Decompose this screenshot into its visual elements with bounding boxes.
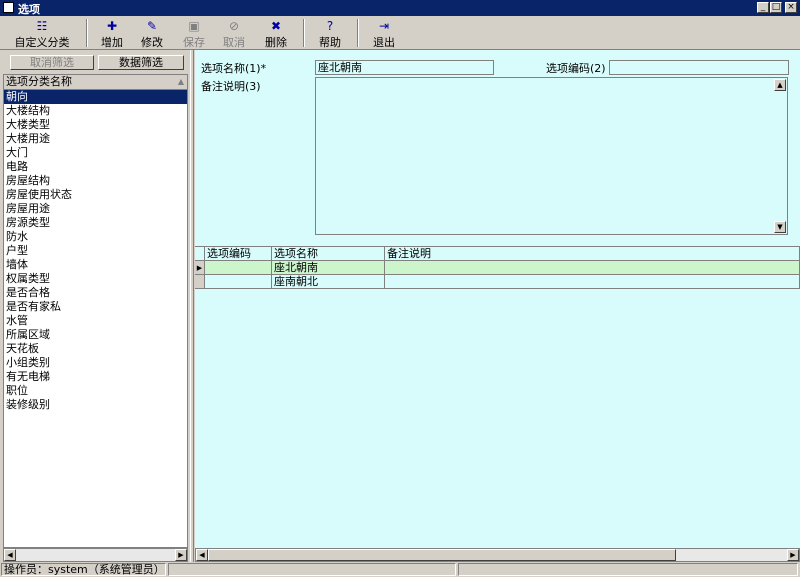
grid-cell-code[interactable] xyxy=(205,275,272,289)
add-icon: ✚ xyxy=(106,19,118,33)
category-horizontal-scrollbar[interactable]: ◀ ▶ xyxy=(3,548,188,562)
note-textarea[interactable]: ▲ ▼ xyxy=(315,77,788,235)
list-item[interactable]: 防水 xyxy=(4,230,187,244)
list-item[interactable]: 水管 xyxy=(4,314,187,328)
save-icon: ▣ xyxy=(188,19,200,33)
grid-cell-code[interactable] xyxy=(205,261,272,275)
save-button[interactable]: ▣ 保存 xyxy=(178,18,210,49)
grid-column-code[interactable]: 选项编码 xyxy=(205,247,272,261)
edit-icon: ✎ xyxy=(146,19,158,33)
app-icon[interactable] xyxy=(3,2,14,13)
pane-splitter[interactable] xyxy=(190,50,194,562)
status-panel xyxy=(168,563,456,576)
row-indicator xyxy=(195,275,205,289)
exit-button[interactable]: ⇥ 退出 xyxy=(368,18,400,49)
category-pane: 取消筛选 数据筛选 选项分类名称 ▲ 朝向 大楼结构 大楼类型 大楼用途 大门 电路 房屋结… xyxy=(0,50,190,562)
list-item[interactable]: 天花板 xyxy=(4,342,187,356)
list-item[interactable]: 小组类别 xyxy=(4,356,187,370)
grid-cell-note[interactable] xyxy=(385,261,800,275)
title-bar: 选项 _ □ × xyxy=(0,0,800,16)
list-item[interactable]: 大门 xyxy=(4,146,187,160)
grid-column-name[interactable]: 选项名称 xyxy=(272,247,385,261)
list-item[interactable]: 职位 xyxy=(4,384,187,398)
maximize-icon[interactable]: □ xyxy=(770,2,782,13)
grid-cell-name[interactable]: 座南朝北 xyxy=(272,275,385,289)
minimize-icon[interactable]: _ xyxy=(757,2,769,13)
cancel-filter-button[interactable]: 取消筛选 xyxy=(10,55,94,70)
options-grid[interactable]: 选项编码 选项名称 备注说明 ▶ 座北朝南 座南朝北 xyxy=(195,246,800,549)
list-icon: ☷ xyxy=(36,19,48,33)
note-vertical-scrollbar[interactable]: ▲ ▼ xyxy=(774,79,786,233)
status-panel xyxy=(458,563,798,576)
category-items: 朝向 大楼结构 大楼类型 大楼用途 大门 电路 房屋结构 房屋使用状态 房屋用途 房源类型 防水 户型… xyxy=(4,90,187,412)
grid-cell-note[interactable] xyxy=(385,275,800,289)
delete-button[interactable]: ✖ 删除 xyxy=(260,18,292,49)
row-indicator-header xyxy=(195,247,205,261)
option-code-label: 选项编码(2) xyxy=(546,62,606,75)
exit-icon: ⇥ xyxy=(378,19,390,33)
edit-button[interactable]: ✎ 修改 xyxy=(136,18,168,49)
list-item[interactable]: 房屋使用状态 xyxy=(4,188,187,202)
list-item[interactable]: 大楼类型 xyxy=(4,118,187,132)
close-icon[interactable]: × xyxy=(785,2,797,13)
list-item[interactable]: 大楼用途 xyxy=(4,132,187,146)
current-row-icon: ▶ xyxy=(195,261,205,275)
note-label: 备注说明(3) xyxy=(201,80,261,93)
list-item[interactable]: 户型 xyxy=(4,244,187,258)
scroll-left-icon[interactable]: ◀ xyxy=(4,549,16,561)
list-item[interactable]: 电路 xyxy=(4,160,187,174)
table-row[interactable]: 座南朝北 xyxy=(195,275,800,289)
grid-horizontal-scrollbar[interactable]: ◀ ▶ xyxy=(195,548,800,562)
data-filter-button[interactable]: 数据筛选 xyxy=(98,55,184,70)
operator-status: 操作员：system（系统管理员） xyxy=(1,563,166,576)
toolbar-separator xyxy=(357,19,359,47)
cancel-button[interactable]: ⊘ 取消 xyxy=(218,18,250,49)
help-button[interactable]: ? 帮助 xyxy=(314,18,346,49)
window-title: 选项 xyxy=(18,3,40,16)
cancel-icon: ⊘ xyxy=(228,19,240,33)
grid-cell-name[interactable]: 座北朝南 xyxy=(272,261,385,275)
list-item[interactable]: 有无电梯 xyxy=(4,370,187,384)
list-item[interactable]: 房屋结构 xyxy=(4,174,187,188)
option-name-field[interactable]: 座北朝南 xyxy=(315,60,494,75)
table-row[interactable]: ▶ 座北朝南 xyxy=(195,261,800,275)
list-item[interactable]: 朝向 xyxy=(4,90,187,104)
scroll-right-icon[interactable]: ▶ xyxy=(175,549,187,561)
toolbar-separator xyxy=(303,19,305,47)
list-item[interactable]: 房源类型 xyxy=(4,216,187,230)
grid-column-note[interactable]: 备注说明 xyxy=(385,247,800,261)
list-item[interactable]: 房屋用途 xyxy=(4,202,187,216)
category-list[interactable]: 选项分类名称 ▲ 朝向 大楼结构 大楼类型 大楼用途 大门 电路 房屋结构 房屋使用状态 房屋用… xyxy=(3,74,188,548)
delete-icon: ✖ xyxy=(270,19,282,33)
scroll-left-icon[interactable]: ◀ xyxy=(196,549,208,561)
list-item[interactable]: 装修级别 xyxy=(4,398,187,412)
custom-category-button[interactable]: ☷ 自定义分类 xyxy=(4,18,80,49)
status-bar: 操作员：system（系统管理员） xyxy=(0,562,800,577)
scroll-right-icon[interactable]: ▶ xyxy=(787,549,799,561)
add-button[interactable]: ✚ 增加 xyxy=(96,18,128,49)
scroll-up-icon[interactable]: ▲ xyxy=(774,79,786,91)
help-icon: ? xyxy=(326,19,334,33)
list-item[interactable]: 是否有家私 xyxy=(4,300,187,314)
list-item[interactable]: 是否合格 xyxy=(4,286,187,300)
list-item[interactable]: 权属类型 xyxy=(4,272,187,286)
list-item[interactable]: 大楼结构 xyxy=(4,104,187,118)
category-list-header[interactable]: 选项分类名称 ▲ xyxy=(4,75,187,90)
list-item[interactable]: 所属区域 xyxy=(4,328,187,342)
detail-pane: 选项名称(1)* 座北朝南 选项编码(2) 备注说明(3) ▲ ▼ 选项编码 选… xyxy=(195,50,800,562)
sort-arrow-icon: ▲ xyxy=(177,77,184,86)
option-code-field[interactable] xyxy=(609,60,789,75)
toolbar-separator xyxy=(86,19,88,47)
list-item[interactable]: 墙体 xyxy=(4,258,187,272)
scroll-down-icon[interactable]: ▼ xyxy=(774,221,786,233)
toolbar: ☷ 自定义分类 ✚ 增加 ✎ 修改 ▣ 保存 ⊘ 取消 ✖ 删除 ? 帮助 ⇥ … xyxy=(0,16,800,50)
scrollbar-thumb[interactable] xyxy=(208,549,676,561)
option-name-label: 选项名称(1)* xyxy=(201,62,267,75)
